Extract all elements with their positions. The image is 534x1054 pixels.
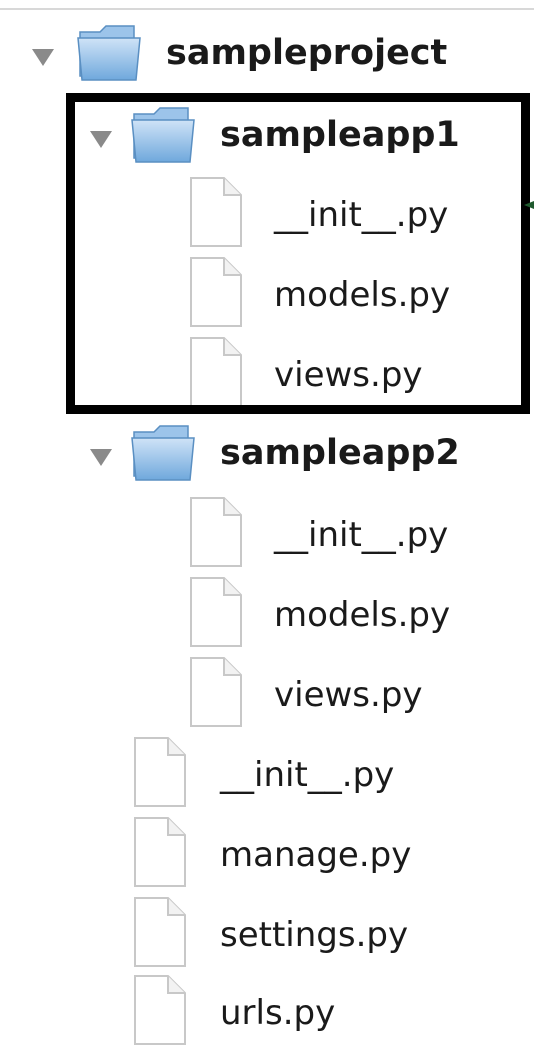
file-label: views.py [274, 675, 423, 715]
folder-label: sampleproject [166, 33, 448, 73]
tree-row-file[interactable]: settings.py [132, 896, 512, 976]
file-label: __init__.py [274, 515, 449, 555]
file-label: manage.py [220, 835, 412, 875]
file-icon [134, 817, 186, 887]
file-icon [190, 657, 242, 727]
tree-row-file[interactable]: views.py [188, 656, 508, 736]
tree-row-file[interactable]: urls.py [132, 974, 512, 1054]
tree-row-file[interactable]: __init__.py [132, 736, 512, 816]
file-label: settings.py [220, 915, 409, 955]
tree-row-sampleproject[interactable]: sampleproject [30, 20, 510, 100]
top-divider [0, 8, 534, 10]
folder-icon [77, 25, 141, 81]
file-icon [134, 975, 186, 1045]
file-icon [190, 577, 242, 647]
highlight-box [66, 93, 530, 414]
file-label: models.py [274, 595, 451, 635]
folder-label: sampleapp2 [220, 433, 460, 473]
tree-row-sampleapp2[interactable]: sampleapp2 [88, 420, 508, 500]
file-label: urls.py [220, 993, 336, 1033]
tree-row-file[interactable]: manage.py [132, 816, 512, 896]
tree-row-file[interactable]: models.py [188, 576, 508, 656]
folder-icon [131, 425, 195, 481]
disclosure-triangle-icon[interactable] [88, 446, 114, 468]
file-label: __init__.py [220, 755, 395, 795]
file-icon [134, 737, 186, 807]
tree-row-file[interactable]: __init__.py [188, 496, 508, 576]
disclosure-triangle-icon[interactable] [30, 46, 56, 68]
arrow-pointer-icon [524, 201, 534, 209]
file-icon [134, 897, 186, 967]
file-icon [190, 497, 242, 567]
